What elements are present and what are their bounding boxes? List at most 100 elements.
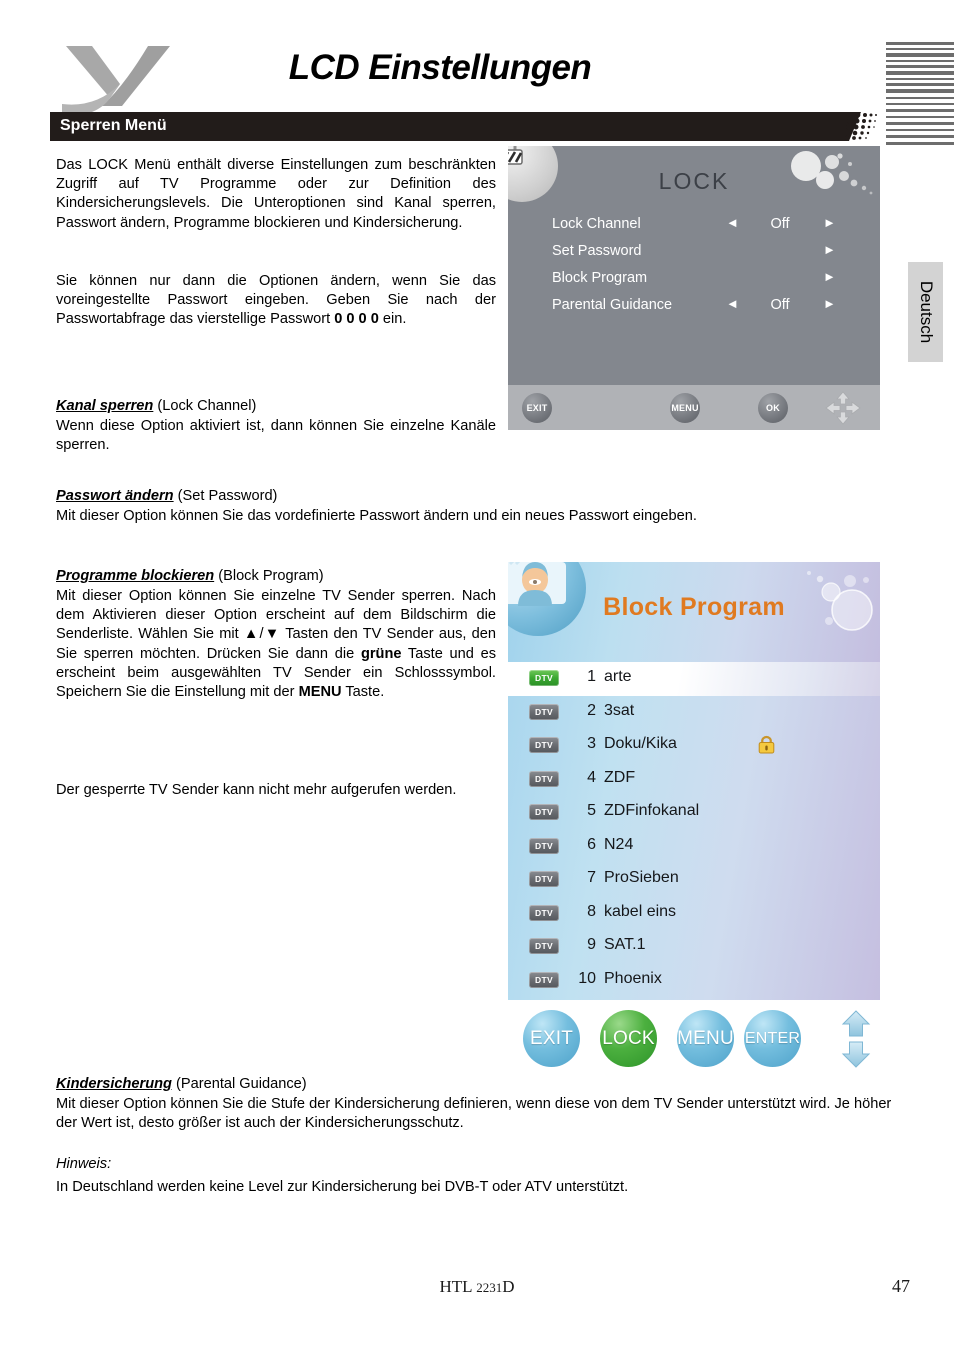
channel-number: 2 bbox=[587, 701, 596, 719]
channel-name: arte bbox=[604, 668, 632, 685]
lock-menu-row-block-program[interactable]: Block Program ► bbox=[552, 269, 862, 297]
right-arrow-icon[interactable]: ► bbox=[823, 269, 836, 284]
dtv-badge-icon: DTV bbox=[529, 837, 559, 854]
s3-part-c: Taste. bbox=[341, 684, 385, 701]
row-value: Off bbox=[770, 216, 790, 232]
left-arrow-icon[interactable]: ◄ bbox=[726, 296, 739, 311]
channel-row[interactable]: DTV 7 ProSieben bbox=[508, 863, 880, 897]
channel-row-selected[interactable]: DTV 1 arte bbox=[508, 662, 880, 696]
block-program-header: Block Program bbox=[508, 562, 880, 662]
dtv-badge-icon: DTV bbox=[529, 770, 559, 787]
lock-menu-row-parental-guidance[interactable]: Parental Guidance ◄ Off ► bbox=[552, 296, 862, 324]
note-text: In Deutschland werden keine Level zur Ki… bbox=[56, 1179, 629, 1195]
dtv-badge-icon: DTV bbox=[529, 938, 559, 954]
channel-row[interactable]: DTV 2 3sat bbox=[508, 696, 880, 730]
block-program-footer-bar: EXIT LOCK MENU ENTER bbox=[508, 1000, 880, 1075]
menu-button[interactable]: MENU bbox=[677, 1010, 734, 1067]
row-value: Off bbox=[770, 297, 790, 313]
dtv-badge-icon: DTV bbox=[529, 670, 559, 686]
up-down-arrows-icon[interactable] bbox=[839, 1010, 873, 1068]
row-label: Lock Channel bbox=[552, 216, 641, 232]
channel-name: ProSieben bbox=[604, 869, 679, 886]
intro-p2-part-b: ein. bbox=[378, 311, 407, 328]
channel-number: 3 bbox=[587, 735, 596, 752]
channel-name: kabel eins bbox=[604, 902, 677, 920]
channel-row[interactable]: DTV 6 N24 bbox=[508, 830, 880, 864]
section-heading-de: Kanal sperren bbox=[56, 398, 154, 414]
section-lock-channel-text: Wenn diese Option aktiviert ist, dann kö… bbox=[56, 418, 496, 454]
lock-menu-title: LOCK bbox=[658, 168, 730, 194]
section-heading-en: (Parental Guidance) bbox=[171, 1076, 307, 1092]
intro-p2-part-a: Sie können nur dann die Optionen ändern,… bbox=[56, 273, 496, 328]
section-heading-de: Kindersicherung bbox=[56, 1076, 172, 1092]
right-arrow-icon[interactable]: ► bbox=[823, 242, 836, 257]
section-set-password-heading: Passwort ändern (Set Password) bbox=[56, 487, 896, 506]
channel-row[interactable]: DTV 5 ZDFinfokanal bbox=[508, 796, 880, 830]
channel-name: N24 bbox=[604, 835, 634, 853]
enter-button[interactable]: ENTER bbox=[744, 1010, 801, 1067]
section-heading-en: (Block Program) bbox=[214, 568, 324, 584]
tv-screenshot-lock-menu: LOCK Lock Channel ◄ Off ► Set Password ►… bbox=[508, 146, 880, 430]
menu-key-emphasis: MENU bbox=[298, 684, 342, 701]
channel-number: 8 bbox=[587, 902, 596, 920]
section-block-program-heading: Programme blockieren (Block Program) bbox=[56, 567, 496, 586]
right-arrow-icon[interactable]: ► bbox=[823, 296, 836, 311]
exit-button[interactable]: EXIT bbox=[522, 393, 552, 423]
section-block-program-text-2: Der gesperrte TV Sender kann nicht mehr … bbox=[56, 782, 457, 798]
page-title: LCD Einstellungen bbox=[288, 48, 592, 87]
lock-button[interactable]: LOCK bbox=[600, 1010, 657, 1067]
menu-button[interactable]: MENU bbox=[670, 393, 700, 423]
section-block-program-text: Mit dieser Option können Sie einzelne TV… bbox=[56, 587, 496, 702]
channel-name: Phoenix bbox=[604, 969, 662, 987]
channel-name: SAT.1 bbox=[604, 936, 646, 953]
channel-number: 6 bbox=[587, 835, 596, 853]
dtv-badge-icon: DTV bbox=[529, 703, 559, 720]
lock-menu-row-set-password[interactable]: Set Password ► bbox=[552, 242, 862, 270]
channel-name: 3sat bbox=[604, 701, 635, 719]
intro-paragraph-1: Das LOCK Menü enthält diverse Einstellun… bbox=[56, 157, 496, 231]
channel-number: 5 bbox=[587, 802, 596, 819]
section-heading-en: (Lock Channel) bbox=[153, 398, 257, 414]
dtv-badge-icon: DTV bbox=[529, 737, 559, 753]
section-parental-guidance-text: Mit dieser Option können Sie die Stufe d… bbox=[56, 1096, 892, 1132]
left-arrow-icon[interactable]: ◄ bbox=[726, 215, 739, 230]
exit-button[interactable]: EXIT bbox=[523, 1010, 580, 1067]
section-heading-de: Programme blockieren bbox=[56, 568, 215, 584]
channel-number: 7 bbox=[587, 869, 596, 886]
section-parental-guidance-heading: Kindersicherung (Parental Guidance) bbox=[56, 1075, 906, 1094]
green-key-emphasis: grüne bbox=[360, 645, 402, 662]
channel-number: 10 bbox=[578, 969, 596, 987]
channel-row[interactable]: DTV 4 ZDF bbox=[508, 763, 880, 797]
channel-list: DTV 1 arte DTV 2 3sat DTV 3 Doku/Kika DT… bbox=[508, 662, 880, 1000]
footer-model-name: HTL 2231D bbox=[0, 1277, 954, 1297]
halftone-fade-decoration bbox=[845, 112, 877, 141]
lock-menu-footer-bar: EXIT MENU OK bbox=[508, 385, 880, 430]
section-set-password-text: Mit dieser Option können Sie das vordefi… bbox=[56, 508, 697, 524]
channel-number: 1 bbox=[587, 668, 596, 685]
row-label: Set Password bbox=[552, 243, 642, 259]
language-tab-label: Deutsch bbox=[916, 280, 936, 344]
dtv-badge-icon: DTV bbox=[529, 971, 559, 988]
channel-row[interactable]: DTV 9 SAT.1 bbox=[508, 930, 880, 964]
page-header: LCD Einstellungen bbox=[0, 0, 954, 145]
channel-name: ZDF bbox=[604, 768, 636, 786]
model-prefix: HTL bbox=[439, 1277, 477, 1296]
language-tab-deutsch: Deutsch bbox=[908, 262, 943, 362]
section-title-label: Sperren Menü bbox=[60, 117, 167, 134]
channel-row[interactable]: DTV 10 Phoenix bbox=[508, 964, 880, 998]
dtv-badge-icon: DTV bbox=[529, 871, 559, 887]
lock-menu-row-lock-channel[interactable]: Lock Channel ◄ Off ► bbox=[552, 215, 862, 243]
tv-screenshot-block-program: Block Program DTV 1 arte DTV 2 3sat DTV … bbox=[508, 562, 880, 1075]
right-arrow-icon[interactable]: ► bbox=[823, 215, 836, 230]
section-heading-de: Passwort ändern bbox=[56, 488, 174, 504]
ok-button[interactable]: OK bbox=[758, 393, 788, 423]
section-lock-channel-heading: Kanal sperren (Lock Channel) bbox=[56, 397, 496, 416]
row-label: Parental Guidance bbox=[552, 297, 673, 313]
channel-row[interactable]: DTV 3 Doku/Kika bbox=[508, 729, 880, 763]
channel-row[interactable]: DTV 8 kabel eins bbox=[508, 897, 880, 931]
default-password-value: 0 0 0 0 bbox=[334, 311, 379, 328]
section-title-bar: Sperren Menü bbox=[50, 112, 845, 141]
dpad-icon[interactable] bbox=[814, 391, 872, 425]
section-heading-en: (Set Password) bbox=[173, 488, 278, 504]
dtv-badge-icon: DTV bbox=[529, 804, 559, 820]
